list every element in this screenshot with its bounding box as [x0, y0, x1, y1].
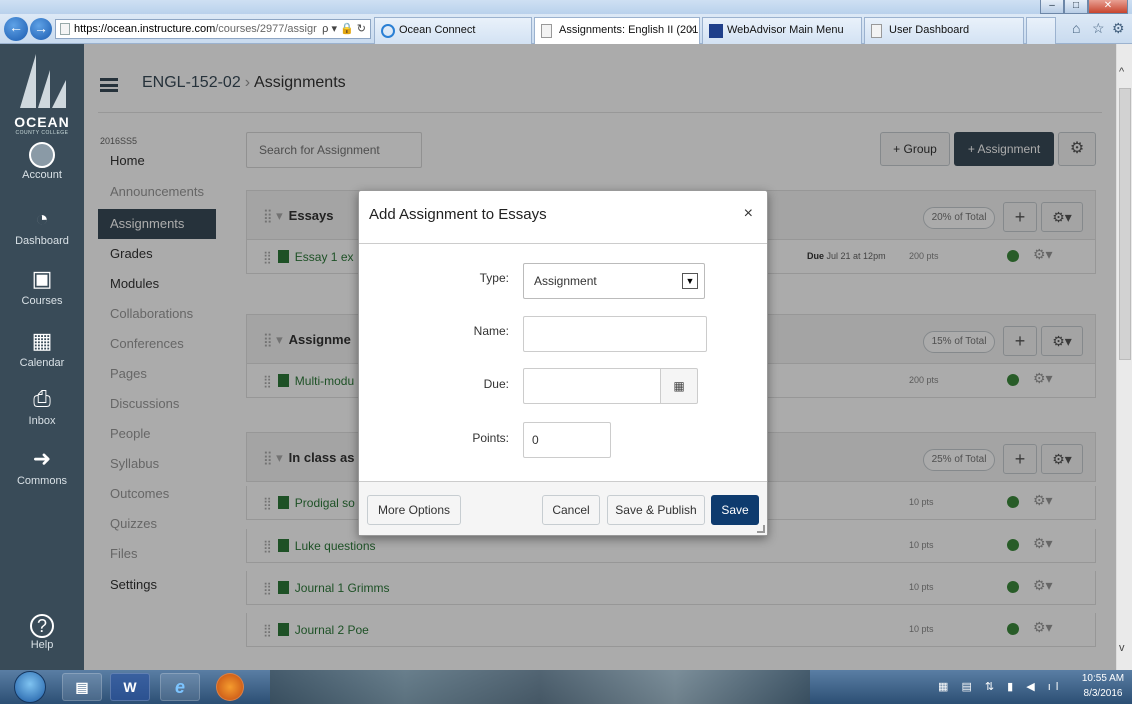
cancel-button[interactable]: Cancel [542, 495, 600, 525]
name-input[interactable] [523, 316, 707, 352]
points-input[interactable]: 0 [523, 422, 611, 458]
global-nav-label: Dashboard [15, 235, 69, 247]
due-date-input[interactable] [523, 368, 661, 404]
tab-assignments[interactable]: Assignments: English II (201... × [534, 17, 700, 44]
tab-webadvisor[interactable]: WebAdvisor Main Menu [702, 17, 862, 44]
resize-handle-icon[interactable] [757, 525, 765, 533]
tab-label: Assignments: English II (201... [559, 24, 700, 36]
url-path: /courses/2977/assigr [215, 23, 317, 35]
new-tab[interactable] [1026, 17, 1056, 44]
inbox-icon: ⎙ [33, 386, 51, 411]
college-logo[interactable]: OCEAN COUNTY COLLEGE [0, 44, 84, 136]
webadvisor-icon [709, 24, 723, 38]
type-select[interactable]: Assignment ▼ [523, 263, 705, 299]
global-nav-commons[interactable]: ➜ Commons [0, 444, 84, 487]
sail-logo-icon [20, 54, 66, 108]
close-window-button[interactable]: ✕ [1088, 0, 1128, 14]
close-tab-icon[interactable]: × [689, 18, 695, 43]
internet-explorer-icon[interactable]: e [160, 673, 200, 701]
commons-arrow-icon: ➜ [32, 446, 52, 471]
ie-icon [381, 24, 395, 38]
vertical-scrollbar[interactable]: ^ v [1116, 44, 1132, 670]
home-icon[interactable]: ⌂ [1072, 20, 1080, 36]
clock-date[interactable]: 8/3/2016 [1078, 688, 1128, 699]
page-icon [60, 23, 70, 35]
file-explorer-icon[interactable]: ▤ [62, 673, 102, 701]
calendar-picker-icon[interactable]: ▦ [660, 368, 698, 404]
url-domain: https://ocean.instructure.com [74, 23, 216, 35]
system-tray-icons[interactable]: ▦ ▤ ⇅ ▮ ◀ ıl [938, 680, 1063, 693]
save-button[interactable]: Save [711, 495, 759, 525]
tab-ocean-connect[interactable]: Ocean Connect [374, 17, 532, 44]
save-and-publish-button[interactable]: Save & Publish [607, 495, 705, 525]
tab-user-dashboard[interactable]: User Dashboard [864, 17, 1024, 44]
forward-button[interactable]: → [30, 18, 52, 40]
windows-taskbar: ▤ W e ▦ ▤ ⇅ ▮ ◀ ıl 10:55 AM 8/3/2016 [0, 670, 1132, 704]
address-tools-icon[interactable]: ρ ▾ 🔒 ↻ [322, 20, 366, 38]
account-avatar-icon [29, 142, 55, 168]
address-bar[interactable]: https://ocean.instructure.com/courses/29… [55, 19, 371, 39]
global-nav-label: Inbox [28, 415, 56, 427]
divider [359, 243, 767, 244]
global-navigation: OCEAN COUNTY COLLEGE Account ◔ Dashboard… [0, 44, 84, 670]
global-nav-label: Account [22, 169, 62, 181]
maximize-button[interactable]: □ [1064, 0, 1088, 14]
help-question-icon: ? [30, 614, 54, 638]
global-nav-account[interactable]: Account [0, 140, 84, 181]
dialog-title: Add Assignment to Essays [369, 206, 547, 223]
firefox-icon[interactable] [216, 673, 244, 701]
word-icon[interactable]: W [110, 673, 150, 701]
tab-label: Ocean Connect [399, 24, 476, 36]
global-nav-help[interactable]: ? Help [0, 614, 84, 651]
scroll-thumb[interactable] [1119, 88, 1131, 360]
logo-subtext: COUNTY COLLEGE [15, 130, 69, 136]
tools-gear-icon[interactable]: ⚙ [1112, 20, 1125, 37]
back-button[interactable]: ← [4, 17, 28, 41]
global-nav-label: Commons [16, 475, 68, 487]
more-options-button[interactable]: More Options [367, 495, 461, 525]
dashboard-gauge-icon: ◔ [35, 206, 49, 231]
global-nav-label: Calendar [19, 357, 65, 369]
global-nav-label: Help [30, 639, 54, 651]
scroll-up-icon[interactable]: ^ [1119, 66, 1124, 78]
global-nav-inbox[interactable]: ⎙ Inbox [0, 384, 84, 427]
global-nav-label: Courses [21, 295, 63, 307]
scroll-down-icon[interactable]: v [1119, 642, 1125, 654]
tab-label: User Dashboard [889, 24, 970, 36]
due-label: Due: [483, 377, 509, 391]
calendar-icon: ▦ [31, 328, 53, 353]
type-label: Type: [479, 271, 509, 285]
global-nav-calendar[interactable]: ▦ Calendar [0, 326, 84, 369]
type-select-value: Assignment [534, 274, 597, 288]
taskbar-background-image [270, 670, 810, 704]
start-button[interactable] [14, 671, 46, 703]
page-icon [541, 24, 552, 38]
tab-label: WebAdvisor Main Menu [727, 24, 844, 36]
global-nav-courses[interactable]: ▣ Courses [0, 264, 84, 307]
close-icon[interactable]: × [744, 205, 753, 223]
courses-book-icon: ▣ [31, 266, 53, 291]
browser-navbar: ← → https://ocean.instructure.com/course… [0, 14, 1132, 44]
logo-text: OCEAN [14, 114, 70, 130]
add-assignment-dialog: Add Assignment to Essays × Type: Assignm… [358, 190, 768, 536]
name-label: Name: [473, 324, 509, 338]
favorites-star-icon[interactable]: ☆ [1092, 20, 1105, 37]
window-titlebar: – □ ✕ [0, 0, 1132, 14]
chevron-down-icon[interactable]: ▼ [682, 273, 698, 289]
dialog-footer: More Options Cancel Save & Publish Save [359, 481, 767, 535]
global-nav-dashboard[interactable]: ◔ Dashboard [0, 204, 84, 247]
minimize-button[interactable]: – [1040, 0, 1064, 14]
page-icon [871, 24, 882, 38]
points-label: Points: [472, 431, 509, 445]
clock-time[interactable]: 10:55 AM [1078, 673, 1128, 684]
